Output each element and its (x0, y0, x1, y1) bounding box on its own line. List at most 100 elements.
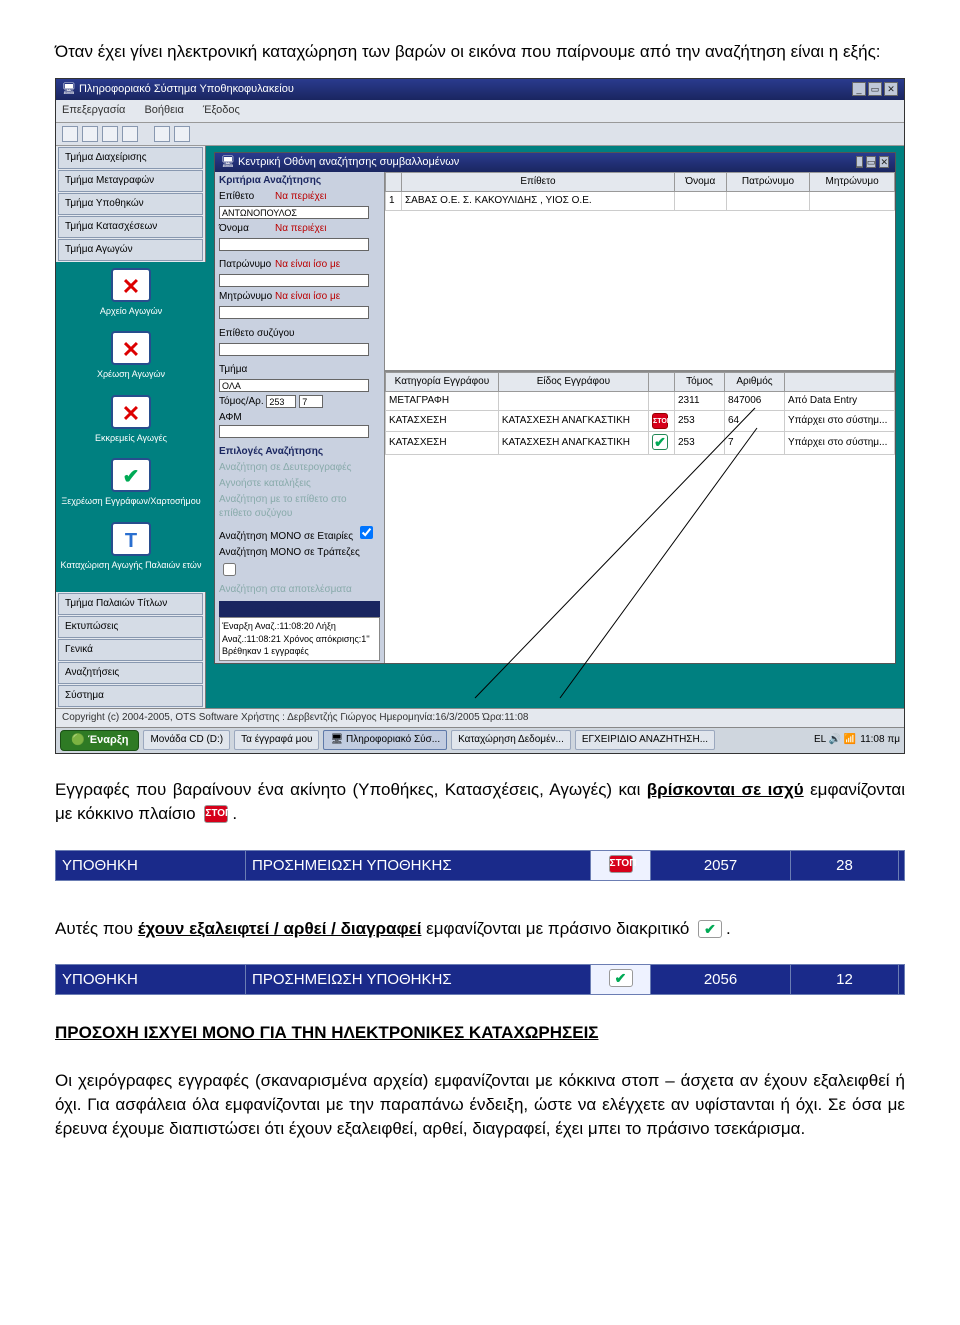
search-window-titlebar: 🖥 Κεντρική Οθόνη αναζήτησης συμβαλλομένω… (215, 153, 895, 172)
app-title: 🖥 Πληροφοριακό Σύστημα Υποθηκοφυλακείου (62, 82, 294, 97)
opt-banks-checkbox[interactable] (223, 563, 236, 576)
icon-pending[interactable]: Εκκρεμείς Αγωγές (60, 395, 202, 445)
task-btn[interactable]: Μονάδα CD (D:) (143, 730, 230, 750)
cell-kind: ΚΑΤΑΣΧΕΣΗ ΑΝΑΓΚΑΣΤΙΚΗ (498, 431, 648, 454)
start-button[interactable]: 🟢 Έναρξη (60, 730, 139, 751)
crit-spouse-label: Επίθετο συζύγου (219, 328, 295, 339)
taskbar: 🟢 Έναρξη Μονάδα CD (D:) Τα έγγραφά μου 🖥… (56, 727, 904, 753)
b2-c2: ΠΡΟΣΗΜΕΙΩΣΗ ΥΠΟΘΗΚΗΣ (246, 965, 591, 994)
attention-heading: ΠΡΟΣΟΧΗ ΙΣΧΥΕΙ ΜΟΝΟ ΓΙΑ ΤΗΝ ΗΛΕΚΤΡΟΝΙΚΕΣ… (55, 1021, 905, 1045)
b1-c1: ΥΠΟΘΗΚΗ (56, 851, 246, 880)
col-mitronymo: Μητρώνυμο (810, 172, 895, 191)
left-menu-item[interactable]: Αναζητήσεις (58, 662, 203, 684)
col-note (785, 372, 895, 391)
row-epitheto: ΣΑΒΑΣ Ο.Ε. Σ. ΚΑΚΟΥΛΙΔΗΣ , ΥΙΟΣ Ο.Ε. (402, 191, 675, 210)
check-icon: ✔ (652, 434, 668, 450)
icon-register-old[interactable]: Καταχώριση Αγωγής Παλαιών ετών (60, 522, 202, 572)
task-btn[interactable]: Τα έγγραφά μου (234, 730, 319, 750)
table-row[interactable]: ΚΑΤΑΣΧΕΣΗ ΚΑΤΑΣΧΕΣΗ ΑΝΑΓΚΑΣΤΙΚΗ ✔ 253 7 … (386, 431, 895, 454)
inline-check-icon: ✔ (698, 920, 722, 938)
crit-spouse-input[interactable] (219, 343, 369, 356)
col-kind: Είδος Εγγράφου (498, 372, 648, 391)
task-btn-active[interactable]: 🖥 Πληροφοριακό Σύσ... (323, 730, 447, 750)
crit-tmima-select[interactable]: ΟΛΑ (219, 379, 369, 392)
stop-icon: ΣΤΟΠ (609, 855, 633, 873)
info-title: Πληροφορίες Αναζήτησης (222, 603, 346, 614)
cell-ar: 64 (725, 410, 785, 431)
crit-mitronymo-label: Μητρώνυμο (219, 290, 275, 304)
info-text: Έναρξη Αναζ.:11:08:20 Λήξη Αναζ.:11:08:2… (219, 617, 380, 661)
close-button[interactable]: ✕ (884, 82, 898, 96)
col-cat: Κατηγορία Εγγράφου (386, 372, 499, 391)
left-menu-item[interactable]: Τμήμα Διαχείρισης (58, 147, 203, 169)
menu-exit[interactable]: Έξοδος (203, 104, 240, 116)
cell-note: Υπάρχει στο σύστημ... (785, 431, 895, 454)
cell-cat: ΚΑΤΑΣΧΕΣΗ (386, 410, 499, 431)
col-epitheto: Επίθετο (402, 172, 675, 191)
table-row[interactable]: ΚΑΤΑΣΧΕΣΗ ΚΑΤΑΣΧΕΣΗ ΑΝΑΓΚΑΣΤΙΚΗ ΣΤΟΠ 253… (386, 410, 895, 431)
maximize-button[interactable]: ▭ (868, 82, 882, 96)
left-menu-item[interactable]: Σύστημα (58, 685, 203, 707)
b2-c1: ΥΠΟΘΗΚΗ (56, 965, 246, 994)
crit-epitheto-input[interactable]: ΑΝΤΩΝΟΠΟΥΛΟΣ (219, 206, 369, 219)
inline-stop-icon: ΣΤΟΠ (204, 805, 228, 823)
crit-afm-label: ΑΦΜ (219, 412, 242, 423)
menu-help[interactable]: Βοήθεια (144, 104, 183, 116)
crit-hint: Να περιέχει (275, 191, 326, 202)
criteria-panel: Κριτήρια Αναζήτησης ΕπίθετοΝα περιέχει Α… (215, 172, 385, 663)
b1-icon-cell: ΣΤΟΠ (591, 851, 651, 880)
crit-onoma-input[interactable] (219, 238, 369, 251)
check-icon: ✔ (609, 969, 633, 987)
table-row[interactable]: ΜΕΤΑΓΡΑΦΗ 2311 847006 Από Data Entry (386, 391, 895, 410)
opt-label: Αγνοήστε καταλήξεις (219, 478, 311, 489)
pending-icon (111, 395, 151, 429)
crit-afm-input[interactable] (219, 425, 369, 438)
toolbar-btn-3[interactable] (102, 126, 118, 142)
sub-max[interactable]: ▭ (866, 156, 877, 168)
crit-tmima-label: Τμήμα (219, 364, 247, 375)
toolbar-btn-1[interactable] (62, 126, 78, 142)
uncharge-icon (111, 458, 151, 492)
cell-note: Από Data Entry (785, 391, 895, 410)
left-menu-item[interactable]: Εκτυπώσεις (58, 616, 203, 638)
minimize-button[interactable]: _ (852, 82, 866, 96)
cell-kind: ΚΑΤΑΣΧΕΣΗ ΑΝΑΓΚΑΣΤΙΚΗ (498, 410, 648, 431)
paragraph-2: Αυτές που έχουν εξαλειφτεί / αρθεί / δια… (55, 917, 905, 941)
toolbar-btn-5[interactable] (154, 126, 170, 142)
crit-tomos-input[interactable]: 253 (266, 395, 296, 408)
sub-min[interactable]: _ (856, 156, 863, 168)
left-menu-item[interactable]: Γενικά (58, 639, 203, 661)
crit-patronymo-input[interactable] (219, 274, 369, 287)
row-num: 1 (386, 191, 402, 210)
toolbar-btn-2[interactable] (82, 126, 98, 142)
table-row[interactable]: 1 ΣΑΒΑΣ Ο.Ε. Σ. ΚΑΚΟΥΛΙΔΗΣ , ΥΙΟΣ Ο.Ε. (386, 191, 895, 210)
left-menu-item[interactable]: Τμήμα Υποθηκών (58, 193, 203, 215)
icon-archive[interactable]: Αρχείο Αγωγών (60, 268, 202, 318)
icon-charge[interactable]: Χρέωση Αγωγών (60, 331, 202, 381)
left-menu-item[interactable]: Τμήμα Αγωγών (58, 239, 203, 261)
opt-companies-checkbox[interactable] (360, 526, 373, 539)
left-menu-item[interactable]: Τμήμα Παλαιών Τίτλων (58, 593, 203, 615)
toolbar-btn-4[interactable] (122, 126, 138, 142)
crit-patronymo-label: Πατρώνυμο (219, 258, 275, 272)
crit-onoma-label: Όνομα (219, 222, 275, 236)
task-btn[interactable]: ΕΓΧΕΙΡΙΔΙΟ ΑΝΑΖΗΤΗΣΗ... (575, 730, 715, 750)
sub-close[interactable]: ✕ (879, 156, 889, 168)
icon-uncharge[interactable]: Ξεχρέωση Εγγράφων/Χαρτοσήμου (60, 458, 202, 508)
crit-mitronymo-input[interactable] (219, 306, 369, 319)
search-window: 🖥 Κεντρική Οθόνη αναζήτησης συμβαλλομένω… (214, 152, 896, 664)
cell-ar: 847006 (725, 391, 785, 410)
crit-ar-input[interactable]: 7 (299, 395, 323, 408)
cell-tomos: 253 (675, 410, 725, 431)
left-menu-item[interactable]: Τμήμα Μεταγραφών (58, 170, 203, 192)
menu-edit[interactable]: Επεξεργασία (62, 104, 125, 116)
left-menu-item[interactable]: Τμήμα Κατασχέσεων (58, 216, 203, 238)
toolbar-btn-6[interactable] (174, 126, 190, 142)
app-titlebar: 🖥 Πληροφοριακό Σύστημα Υποθηκοφυλακείου … (56, 79, 904, 100)
task-btn[interactable]: Καταχώρηση Δεδομέν... (451, 730, 571, 750)
criteria-title: Κριτήρια Αναζήτησης (219, 175, 321, 186)
b1-c5: 28 (791, 851, 899, 880)
b1-c4: 2057 (651, 851, 791, 880)
opt-label: Αναζήτηση ΜΟΝΟ σε Εταιρίες (219, 531, 353, 542)
blue-row-check: ΥΠΟΘΗΚΗ ΠΡΟΣΗΜΕΙΩΣΗ ΥΠΟΘΗΚΗΣ ✔ 2056 12 (55, 964, 905, 995)
